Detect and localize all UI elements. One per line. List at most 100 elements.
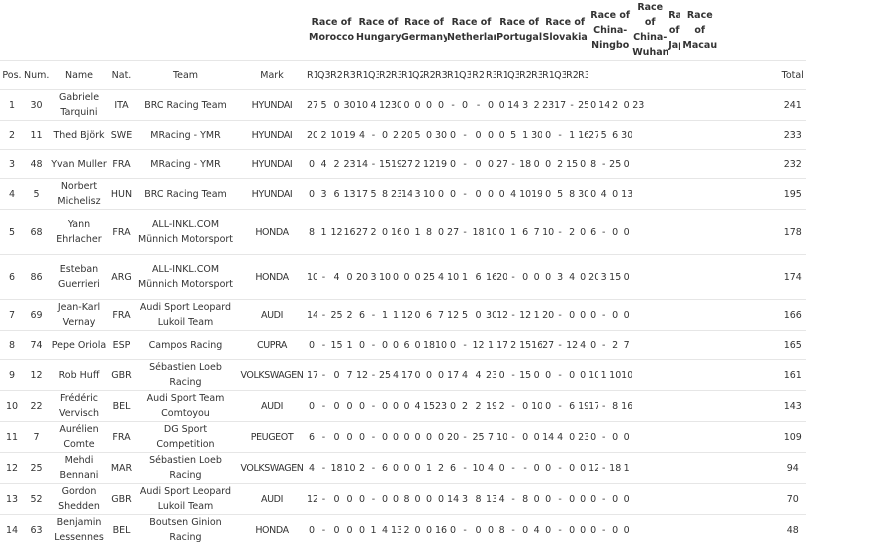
result-cell: - bbox=[598, 391, 609, 422]
result-cell bbox=[704, 422, 719, 453]
result-cell: 0 bbox=[578, 210, 588, 255]
race-header: Race of China-Ningbo bbox=[588, 0, 632, 61]
race-header: Race of Portugal bbox=[496, 0, 542, 61]
result-cell: 0 bbox=[621, 484, 632, 515]
result-cell: 0 bbox=[447, 515, 459, 545]
result-cell: 2 bbox=[368, 210, 379, 255]
mark-cell: HONDA bbox=[237, 255, 307, 300]
result-cell: 0 bbox=[379, 331, 391, 360]
result-cell: 0 bbox=[588, 515, 598, 545]
result-cell bbox=[719, 121, 739, 150]
result-cell bbox=[656, 255, 668, 300]
result-cell: 0 bbox=[578, 484, 588, 515]
position-cell: 6 bbox=[0, 255, 24, 300]
driver-name: Yvan Muller bbox=[49, 150, 109, 179]
driver-name: Mehdi Bennani bbox=[49, 453, 109, 484]
result-cell: 2 bbox=[330, 150, 343, 179]
result-cell: - bbox=[317, 255, 330, 300]
team-name: ALL-INKL.COM Münnich Motorsport bbox=[134, 255, 237, 300]
result-cell bbox=[656, 150, 668, 179]
result-cell: 16 bbox=[531, 331, 542, 360]
result-cell: 8 bbox=[496, 515, 507, 545]
nationality-cell: GBR bbox=[109, 360, 134, 391]
result-cell bbox=[759, 331, 779, 360]
team-name: Campos Racing bbox=[134, 331, 237, 360]
result-cell: - bbox=[368, 331, 379, 360]
result-cell bbox=[668, 121, 680, 150]
result-cell bbox=[668, 391, 680, 422]
result-cell: 0 bbox=[356, 422, 368, 453]
result-cell: 1 bbox=[459, 255, 471, 300]
race-header: Race of Macau bbox=[680, 0, 719, 61]
result-cell bbox=[680, 453, 692, 484]
mark-cell: AUDI bbox=[237, 484, 307, 515]
total-cell: 94 bbox=[779, 453, 806, 484]
result-cell: 0 bbox=[519, 391, 531, 422]
standings-body: 130Gabriele TarquiniITABRC Racing TeamHY… bbox=[0, 90, 806, 545]
result-cell: 10 bbox=[447, 255, 459, 300]
result-cell: 12 bbox=[471, 331, 486, 360]
result-cell: - bbox=[554, 121, 566, 150]
result-cell: - bbox=[507, 484, 519, 515]
result-cell bbox=[656, 210, 668, 255]
result-cell: 0 bbox=[412, 484, 423, 515]
sub-header bbox=[588, 61, 598, 90]
nationality-cell: ESP bbox=[109, 331, 134, 360]
result-cell: 0 bbox=[391, 422, 401, 453]
sub-header: R1 bbox=[542, 61, 554, 90]
result-cell: 27 bbox=[496, 150, 507, 179]
result-cell: 1 bbox=[486, 331, 496, 360]
result-cell: - bbox=[459, 150, 471, 179]
result-cell: 15 bbox=[379, 150, 391, 179]
result-cell: 2 bbox=[566, 210, 578, 255]
sub-header: Q3 bbox=[368, 61, 379, 90]
nationality-cell: ARG bbox=[109, 255, 134, 300]
result-cell: 30 bbox=[343, 90, 356, 121]
race-header-row: Race of MoroccoRace of HungaryRace of Ge… bbox=[0, 0, 806, 61]
result-cell: 0 bbox=[471, 150, 486, 179]
sub-header: R1 bbox=[356, 61, 368, 90]
total-cell: 178 bbox=[779, 210, 806, 255]
driver-name: Aurélien Comte bbox=[49, 422, 109, 453]
result-cell bbox=[739, 150, 759, 179]
result-cell: 0 bbox=[542, 515, 554, 545]
result-cell: 0 bbox=[542, 150, 554, 179]
result-cell: - bbox=[317, 391, 330, 422]
number-cell: 7 bbox=[24, 422, 49, 453]
result-cell: 1 bbox=[412, 210, 423, 255]
result-cell: 0 bbox=[588, 300, 598, 331]
position-cell: 2 bbox=[0, 121, 24, 150]
result-cell bbox=[719, 210, 739, 255]
team-name: Boutsen Ginion Racing bbox=[134, 515, 237, 545]
result-cell bbox=[668, 422, 680, 453]
result-cell: 23 bbox=[391, 179, 401, 210]
mark-cell: HONDA bbox=[237, 515, 307, 545]
result-cell: 25 bbox=[423, 255, 435, 300]
result-cell: 4 bbox=[435, 255, 447, 300]
result-cell bbox=[719, 515, 739, 545]
result-cell bbox=[739, 90, 759, 121]
result-cell bbox=[632, 121, 644, 150]
result-cell: 0 bbox=[496, 360, 507, 391]
result-cell: - bbox=[317, 515, 330, 545]
sub-header: R3 bbox=[343, 61, 356, 90]
result-cell: 0 bbox=[423, 484, 435, 515]
result-cell: - bbox=[368, 453, 379, 484]
result-cell: 2 bbox=[471, 391, 486, 422]
result-cell: - bbox=[507, 422, 519, 453]
result-cell bbox=[759, 121, 779, 150]
result-cell: 12 bbox=[519, 300, 531, 331]
result-cell: 27 bbox=[447, 210, 459, 255]
result-cell bbox=[680, 422, 692, 453]
result-cell bbox=[656, 515, 668, 545]
result-cell bbox=[719, 300, 739, 331]
race-header: Race of Slovakia bbox=[542, 0, 588, 61]
result-cell bbox=[656, 391, 668, 422]
result-cell: 4 bbox=[317, 150, 330, 179]
result-cell: 10 bbox=[486, 210, 496, 255]
result-cell: 10 bbox=[435, 331, 447, 360]
result-cell: 0 bbox=[566, 484, 578, 515]
result-cell: - bbox=[554, 210, 566, 255]
result-cell: 19 bbox=[391, 150, 401, 179]
position-cell: 8 bbox=[0, 331, 24, 360]
